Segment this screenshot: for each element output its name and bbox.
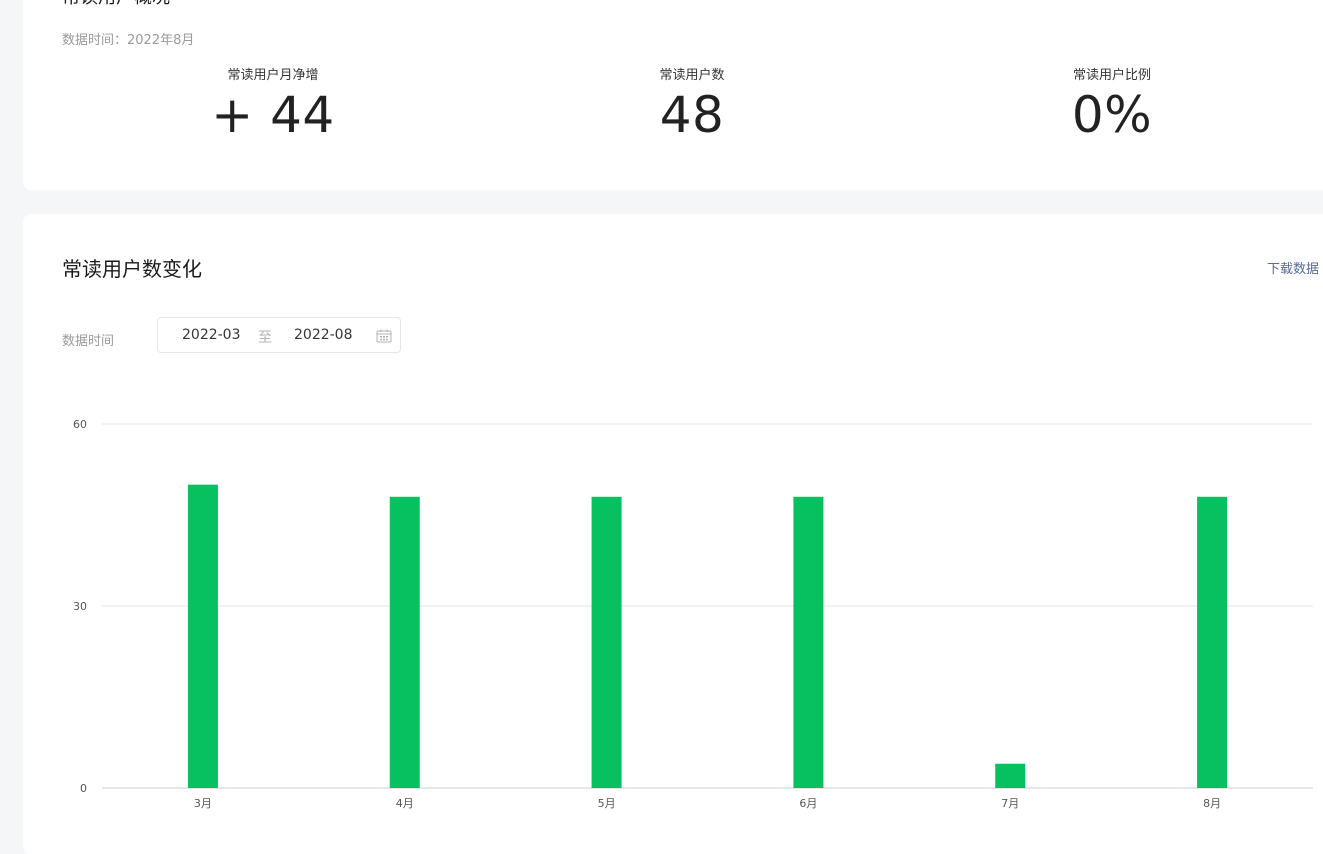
bar-6月 bbox=[793, 496, 824, 788]
overview-card: 常读用户概况 数据时间：2022年8月 常读用户月净增 + 44 常读用户数 4… bbox=[23, 0, 1323, 190]
bar-3月 bbox=[187, 484, 218, 788]
x-tick-label: 7月 bbox=[1001, 797, 1019, 810]
stat-net-increase: 常读用户月净增 + 44 bbox=[163, 64, 383, 141]
stat-label: 常读用户比例 bbox=[1072, 68, 1151, 83]
trend-card: 常读用户数变化 下载数据 数据时间 2022-03 至 2022-08 0 30 6… bbox=[23, 214, 1323, 854]
x-tick-label: 5月 bbox=[598, 797, 616, 810]
stat-label: 常读用户月净增 bbox=[227, 68, 319, 83]
date-start-input[interactable]: 2022-03 bbox=[182, 327, 241, 343]
y-tick-label: 60 bbox=[73, 418, 87, 431]
calendar-icon[interactable] bbox=[376, 329, 392, 343]
download-data-link[interactable]: 下载数据 bbox=[1267, 258, 1319, 277]
bar-5月 bbox=[591, 496, 622, 788]
stat-value: + 44 bbox=[211, 86, 335, 144]
stat-user-count: 常读用户数 48 bbox=[582, 64, 802, 141]
overview-title: 常读用户概况 bbox=[62, 0, 170, 9]
x-tick-label: 8月 bbox=[1203, 797, 1221, 810]
x-tick-label: 4月 bbox=[396, 797, 414, 810]
date-end-input[interactable]: 2022-08 bbox=[294, 327, 353, 343]
stat-value: 48 bbox=[659, 86, 725, 144]
stat-value: 0% bbox=[1071, 86, 1153, 144]
bar-8月 bbox=[1197, 496, 1228, 788]
x-tick-label: 3月 bbox=[194, 797, 212, 810]
chart-title: 常读用户数变化 bbox=[62, 257, 202, 281]
x-tick-label: 6月 bbox=[799, 797, 817, 810]
y-tick-label: 0 bbox=[80, 782, 87, 795]
date-range-picker[interactable]: 2022-03 至 2022-08 bbox=[157, 317, 401, 353]
date-range-separator: 至 bbox=[258, 330, 272, 346]
user-count-bar-chart: 0 30 60 3月 4月 5月 6月 7月 8月 bbox=[73, 418, 1313, 810]
bar-4月 bbox=[389, 496, 420, 788]
filter-label: 数据时间 bbox=[62, 334, 115, 349]
stat-label: 常读用户数 bbox=[659, 68, 725, 83]
stat-user-ratio: 常读用户比例 0% bbox=[1002, 64, 1222, 141]
overview-data-time: 数据时间：2022年8月 bbox=[62, 33, 195, 48]
bar-7月 bbox=[995, 763, 1026, 788]
y-tick-label: 30 bbox=[73, 600, 87, 613]
